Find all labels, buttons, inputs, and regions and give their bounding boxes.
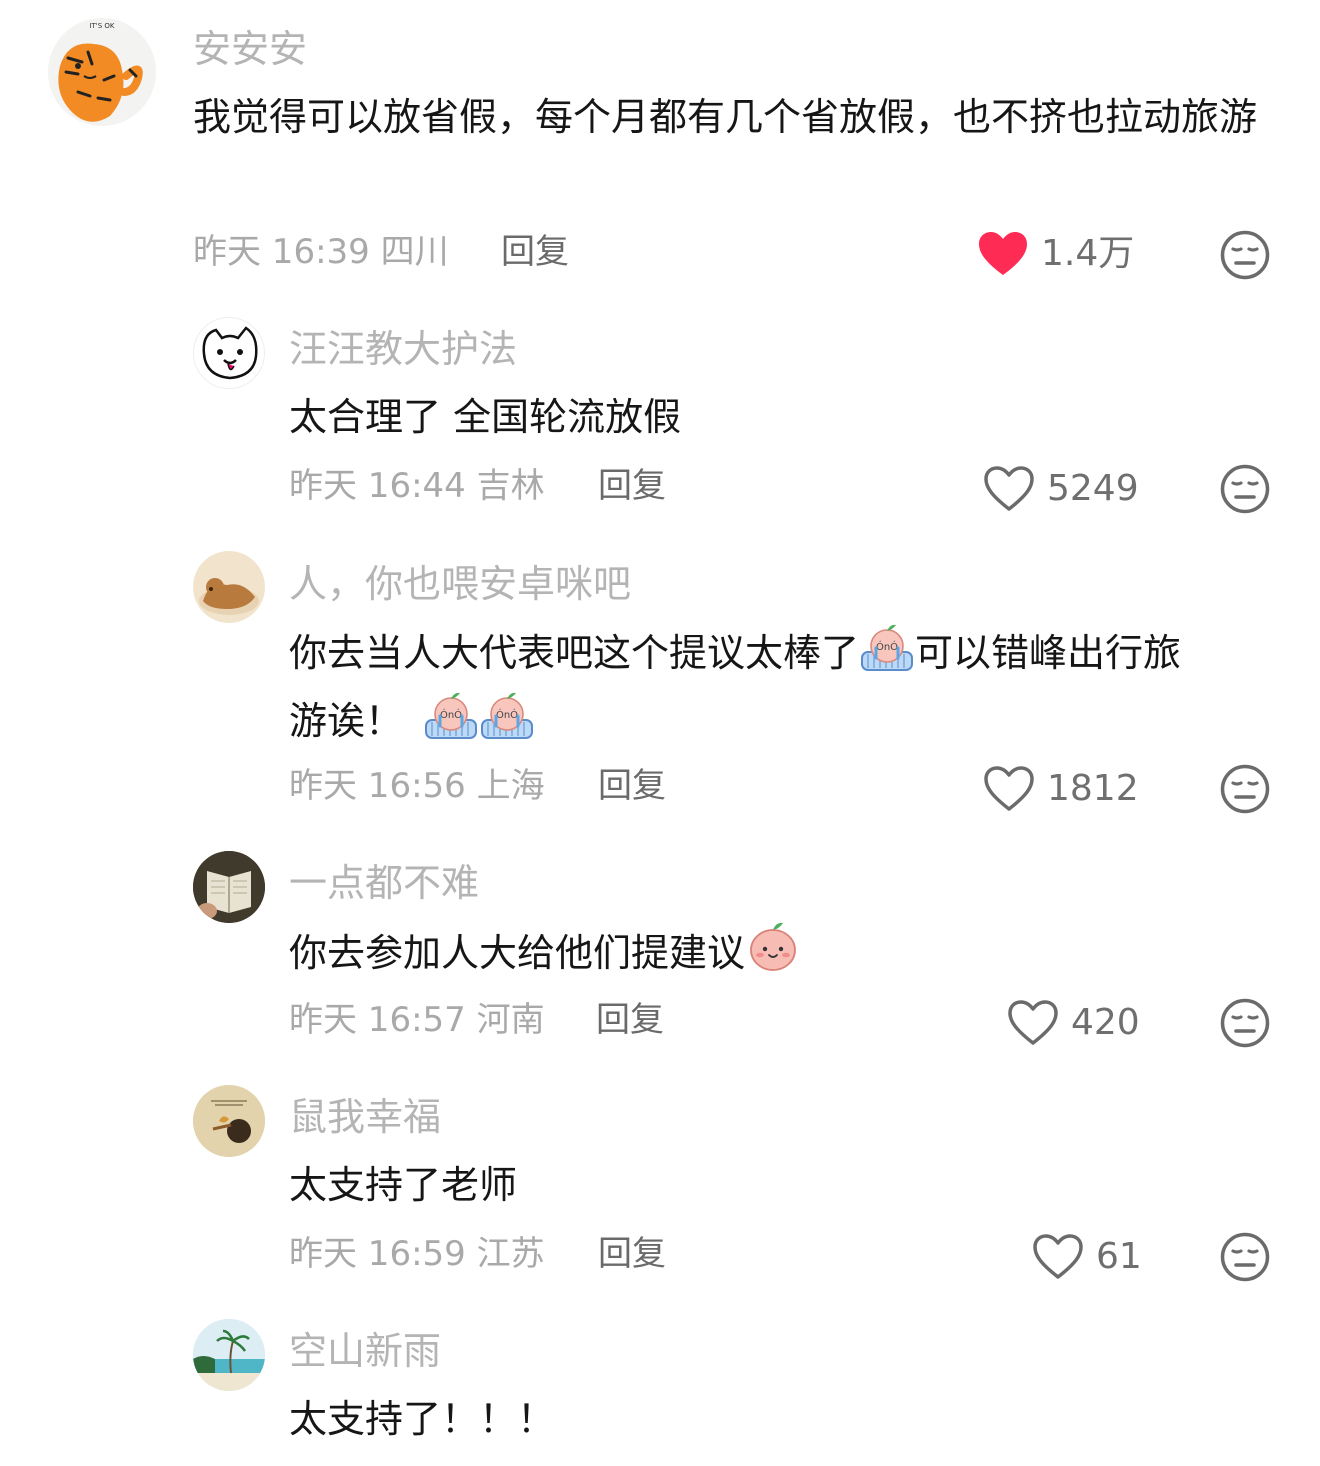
dislike-face-icon[interactable]	[1220, 764, 1270, 814]
comment-location: 上海	[476, 766, 545, 806]
like-button[interactable]: 61	[1032, 1232, 1142, 1282]
heart-outline-icon	[1032, 1233, 1084, 1281]
reply-button[interactable]: 回复	[598, 1237, 666, 1271]
comment-text: 太合理了 全国轮流放假	[289, 395, 682, 439]
comment-meta: 昨天 16:56 上海	[289, 769, 545, 803]
like-button[interactable]: 1.4万	[977, 229, 1134, 279]
heart-outline-icon	[983, 765, 1035, 813]
illustration-avatar-icon	[193, 1085, 265, 1157]
like-count: 420	[1071, 1002, 1140, 1043]
crying-peach-emoji-icon	[423, 686, 479, 742]
comment-location: 吉林	[476, 466, 545, 506]
like-count: 5249	[1047, 468, 1139, 509]
comment-location: 江苏	[476, 1234, 545, 1274]
comment-time: 昨天 16:59	[289, 1234, 466, 1274]
comment-meta: 昨天 16:39 四川	[193, 235, 449, 269]
comment-text: 你去参加人大给他们提建议	[289, 918, 1259, 986]
reply-button[interactable]: 回复	[596, 1003, 664, 1037]
sleeping-bear-avatar-icon	[199, 578, 259, 615]
comment-time: 昨天 16:39	[193, 232, 370, 272]
comment-location: 四川	[380, 232, 449, 272]
comment-meta: 昨天 16:59 江苏	[289, 1237, 545, 1271]
avatar[interactable]	[193, 551, 265, 623]
cartoon-dog-avatar-icon	[202, 326, 258, 380]
like-count: 1.4万	[1041, 233, 1135, 274]
heart-outline-icon	[983, 465, 1035, 513]
crying-peach-emoji-icon	[479, 686, 535, 742]
comment-text-part: 可以错峰出行旅	[915, 631, 1182, 675]
like-button[interactable]: 5249	[983, 464, 1139, 514]
dislike-face-icon[interactable]	[1220, 464, 1270, 514]
username[interactable]: 人，你也喂安卓咪吧	[289, 565, 631, 603]
like-button[interactable]: 1812	[983, 764, 1139, 814]
like-count: 1812	[1047, 768, 1139, 809]
avatar[interactable]: IT'S OK	[48, 18, 156, 126]
comment-text-part: 游诶！	[289, 699, 404, 743]
username[interactable]: 空山新雨	[289, 1332, 441, 1370]
username[interactable]: 汪汪教大护法	[289, 330, 517, 368]
comment-text-part: 你去当人大代表吧这个提议太棒了	[289, 631, 860, 675]
reply-button[interactable]: 回复	[501, 235, 569, 269]
crying-peach-emoji-icon	[859, 618, 915, 674]
dislike-face-icon[interactable]	[1220, 998, 1270, 1048]
avatar[interactable]	[193, 1085, 265, 1157]
comment-time: 昨天 16:56	[289, 766, 466, 806]
reply-button[interactable]: 回复	[598, 769, 666, 803]
avatar[interactable]	[193, 317, 265, 389]
comment-text-part: 你去参加人大给他们提建议	[289, 931, 746, 975]
beach-palm-avatar-icon	[193, 1319, 265, 1391]
comment-text: 太支持了！！！	[289, 1397, 556, 1441]
reply-button[interactable]: 回复	[598, 469, 666, 503]
comment-meta: 昨天 16:57 河南	[289, 1003, 545, 1037]
comment-meta: 昨天 16:44 吉林	[289, 469, 545, 503]
comment-1: IT'S OK 安安安 我觉得可以放省假，每个月都有几个省放假，也不挤也拉动旅游…	[0, 0, 1320, 300]
svg-text:IT'S OK: IT'S OK	[89, 22, 114, 30]
dislike-face-icon[interactable]	[1220, 1232, 1270, 1282]
book-photo-avatar-icon	[193, 851, 265, 923]
comment-text: 我觉得可以放省假，每个月都有几个省放假，也不挤也拉动旅游	[193, 95, 1258, 139]
comment-text: 你去当人大代表吧这个提议太棒了 可以错峰出行旅 游诶！	[289, 618, 1289, 754]
avatar[interactable]	[193, 1319, 265, 1391]
username[interactable]: 鼠我幸福	[289, 1098, 441, 1136]
heart-filled-icon	[977, 230, 1029, 278]
heart-outline-icon	[1007, 999, 1059, 1047]
comment-time: 昨天 16:57	[289, 1000, 466, 1040]
comment-time: 昨天 16:44	[289, 466, 466, 506]
comment-text: 太支持了老师	[289, 1163, 518, 1207]
username[interactable]: 安安安	[193, 30, 307, 68]
like-button[interactable]: 420	[1007, 998, 1140, 1048]
comment-location: 河南	[476, 1000, 545, 1040]
dislike-face-icon[interactable]	[1220, 230, 1270, 280]
username[interactable]: 一点都不难	[289, 864, 479, 902]
avatar[interactable]	[193, 851, 265, 923]
like-count: 61	[1096, 1236, 1142, 1277]
tiger-avatar-icon: IT'S OK	[58, 22, 143, 122]
blushing-peach-emoji-icon	[745, 918, 801, 974]
